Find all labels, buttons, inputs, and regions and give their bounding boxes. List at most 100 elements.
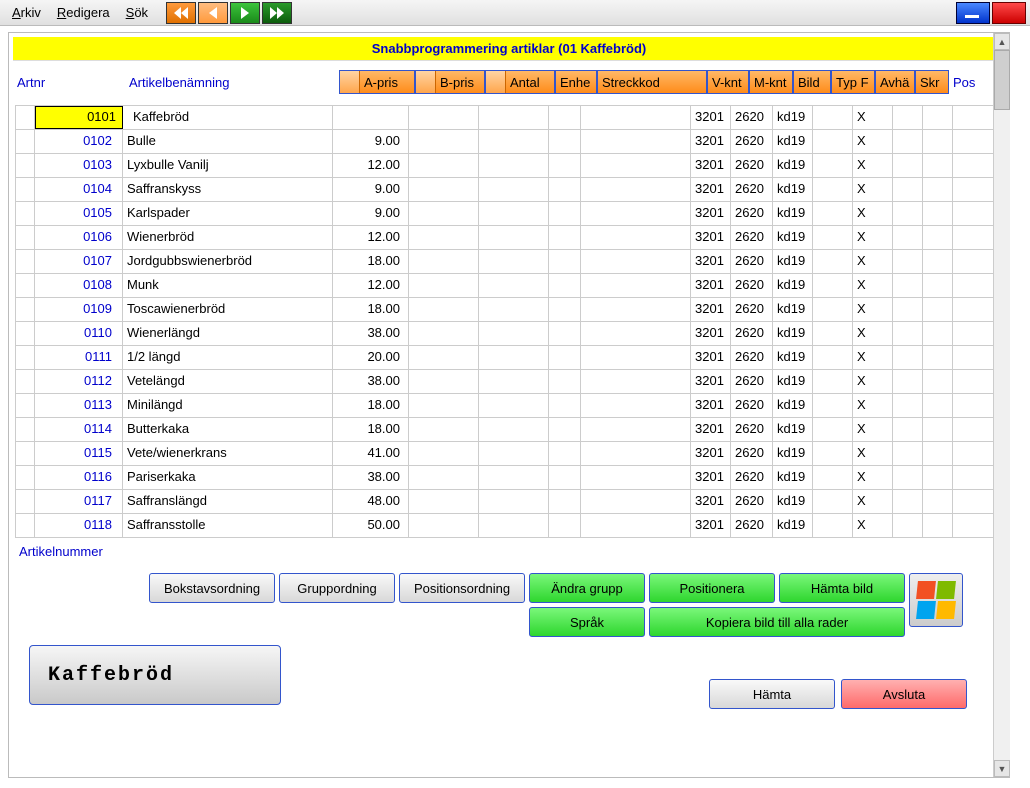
row-selector[interactable]: [15, 418, 35, 441]
cell-streck[interactable]: [581, 298, 691, 321]
cell-apris[interactable]: 18.00: [333, 250, 409, 273]
cell-mknt[interactable]: 2620: [731, 370, 773, 393]
cell-apris[interactable]: 12.00: [333, 226, 409, 249]
menu-redigera[interactable]: Redigera: [49, 2, 118, 23]
cell-mknt[interactable]: 2620: [731, 514, 773, 537]
header-vknt-button[interactable]: V-knt: [707, 70, 749, 94]
cell-avha[interactable]: X: [853, 154, 893, 177]
cell-bpris[interactable]: [409, 418, 479, 441]
cell-typf[interactable]: [813, 514, 853, 537]
cell-pos[interactable]: [923, 226, 953, 249]
cell-apris[interactable]: 50.00: [333, 514, 409, 537]
cell-apris[interactable]: 48.00: [333, 490, 409, 513]
cell-vknt[interactable]: 3201: [691, 490, 731, 513]
cell-bild[interactable]: kd19: [773, 370, 813, 393]
cell-bpris[interactable]: [409, 322, 479, 345]
cell-pos[interactable]: [923, 490, 953, 513]
cell-pos[interactable]: [923, 322, 953, 345]
cell-typf[interactable]: [813, 490, 853, 513]
row-selector[interactable]: [15, 106, 35, 129]
kopiera-bild-button[interactable]: Kopiera bild till alla rader: [649, 607, 905, 637]
cell-bpris[interactable]: [409, 394, 479, 417]
cell-bpris[interactable]: [409, 250, 479, 273]
header-mknt-button[interactable]: M-knt: [749, 70, 793, 94]
cell-skr[interactable]: [893, 514, 923, 537]
cell-typf[interactable]: [813, 466, 853, 489]
cell-bpris[interactable]: [409, 226, 479, 249]
cell-enh[interactable]: [549, 178, 581, 201]
cell-bpris[interactable]: [409, 442, 479, 465]
cell-enh[interactable]: [549, 418, 581, 441]
header-skr-button[interactable]: Skr: [915, 70, 949, 94]
cell-pos[interactable]: [923, 514, 953, 537]
cell-typf[interactable]: [813, 226, 853, 249]
cell-streck[interactable]: [581, 202, 691, 225]
cell-artnr[interactable]: 0104: [35, 178, 123, 201]
cell-apris[interactable]: [333, 106, 409, 129]
cell-vknt[interactable]: 3201: [691, 202, 731, 225]
cell-typf[interactable]: [813, 298, 853, 321]
table-row[interactable]: 0105Karlspader9.0032012620kd19X: [15, 202, 1003, 226]
cell-bild[interactable]: kd19: [773, 250, 813, 273]
cell-artnr[interactable]: 0111: [35, 346, 123, 369]
cell-enh[interactable]: [549, 442, 581, 465]
cell-bpris[interactable]: [409, 274, 479, 297]
cell-streck[interactable]: [581, 250, 691, 273]
header-avha-button[interactable]: Avhä: [875, 70, 915, 94]
cell-bpris[interactable]: [409, 106, 479, 129]
cell-name[interactable]: Lyxbulle Vanilj: [123, 154, 333, 177]
cell-antal[interactable]: [479, 274, 549, 297]
cell-mknt[interactable]: 2620: [731, 130, 773, 153]
cell-pos[interactable]: [923, 466, 953, 489]
cell-pos[interactable]: [923, 274, 953, 297]
cell-vknt[interactable]: 3201: [691, 274, 731, 297]
cell-name[interactable]: Saffransstolle: [123, 514, 333, 537]
row-selector[interactable]: [15, 178, 35, 201]
cell-avha[interactable]: X: [853, 130, 893, 153]
cell-apris[interactable]: 12.00: [333, 274, 409, 297]
cell-enh[interactable]: [549, 490, 581, 513]
cell-vknt[interactable]: 3201: [691, 394, 731, 417]
cell-bild[interactable]: kd19: [773, 490, 813, 513]
cell-bild[interactable]: kd19: [773, 418, 813, 441]
row-selector[interactable]: [15, 370, 35, 393]
cell-apris[interactable]: 38.00: [333, 322, 409, 345]
cell-antal[interactable]: [479, 154, 549, 177]
cell-enh[interactable]: [549, 322, 581, 345]
cell-name[interactable]: Saffranskyss: [123, 178, 333, 201]
cell-bpris[interactable]: [409, 154, 479, 177]
cell-avha[interactable]: X: [853, 106, 893, 129]
nav-next-button[interactable]: [230, 2, 260, 24]
cell-name[interactable]: Wienerbröd: [123, 226, 333, 249]
cell-bild[interactable]: kd19: [773, 394, 813, 417]
cell-name[interactable]: Butterkaka: [123, 418, 333, 441]
cell-streck[interactable]: [581, 154, 691, 177]
cell-vknt[interactable]: 3201: [691, 130, 731, 153]
cell-typf[interactable]: [813, 154, 853, 177]
table-row[interactable]: 0104Saffranskyss9.0032012620kd19X: [15, 178, 1003, 202]
cell-vknt[interactable]: 3201: [691, 514, 731, 537]
header-enh-button[interactable]: Enhe: [555, 70, 597, 94]
cell-name[interactable]: Kaffebröd: [123, 106, 333, 129]
table-row[interactable]: 0117Saffranslängd48.0032012620kd19X: [15, 490, 1003, 514]
cell-mknt[interactable]: 2620: [731, 490, 773, 513]
andra-grupp-button[interactable]: Ändra grupp: [529, 573, 645, 603]
cell-streck[interactable]: [581, 274, 691, 297]
cell-bpris[interactable]: [409, 514, 479, 537]
table-row[interactable]: 0106Wienerbröd12.0032012620kd19X: [15, 226, 1003, 250]
cell-vknt[interactable]: 3201: [691, 322, 731, 345]
table-row[interactable]: 0118Saffransstolle50.0032012620kd19X: [15, 514, 1003, 538]
cell-skr[interactable]: [893, 346, 923, 369]
cell-avha[interactable]: X: [853, 442, 893, 465]
cell-streck[interactable]: [581, 490, 691, 513]
cell-streck[interactable]: [581, 178, 691, 201]
cell-typf[interactable]: [813, 418, 853, 441]
cell-vknt[interactable]: 3201: [691, 298, 731, 321]
menu-sok[interactable]: Sök: [118, 2, 156, 23]
cell-streck[interactable]: [581, 130, 691, 153]
table-row[interactable]: 0109Toscawienerbröd18.0032012620kd19X: [15, 298, 1003, 322]
table-row[interactable]: 0101Kaffebröd32012620kd19X: [15, 106, 1003, 130]
cell-bild[interactable]: kd19: [773, 274, 813, 297]
cell-name[interactable]: Pariserkaka: [123, 466, 333, 489]
cell-antal[interactable]: [479, 250, 549, 273]
